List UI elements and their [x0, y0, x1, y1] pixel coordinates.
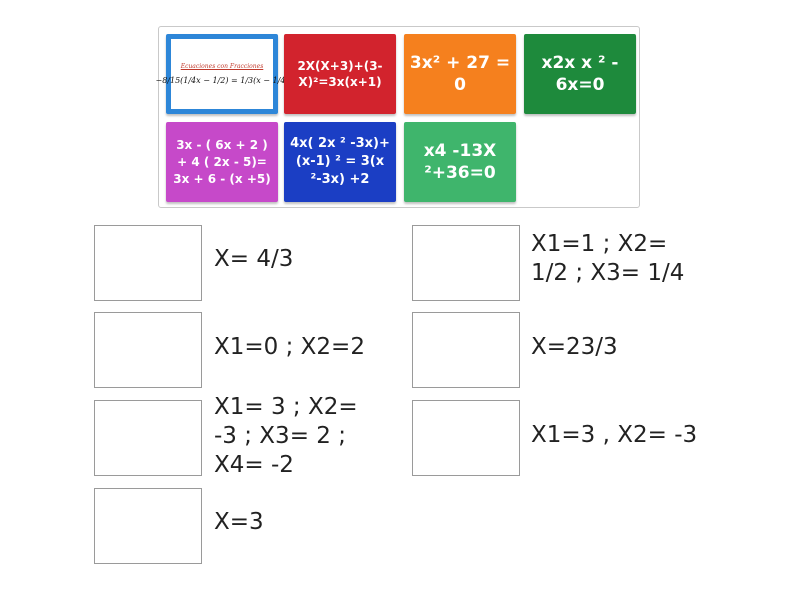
- equation-image: Ecuaciones con Fracciones −8/15(1/4x − 1…: [155, 39, 289, 109]
- answer-label-5: X1= 3 ; X2= -3 ; X3= 2 ; X4= -2: [214, 394, 358, 478]
- card-blue-text: 4x( 2x ² -3x)+(x-1) ² = 3(x ²-3x) +2: [290, 136, 390, 187]
- card-orange-text: 3x² + 27 = 0: [409, 53, 511, 95]
- card-light-green-text: x4 -13X ²+36=0: [423, 141, 497, 183]
- drop-slot-4[interactable]: [412, 312, 520, 388]
- card-green[interactable]: x2x x ² - 6x=0: [524, 34, 636, 114]
- answer-label-6: X1=3 , X2= -3: [531, 422, 698, 448]
- drop-slot-5[interactable]: [94, 400, 202, 476]
- answer-label-7: X=3: [214, 509, 264, 535]
- drop-slot-6[interactable]: [412, 400, 520, 476]
- equation-image-expression: −8/15(1/4x − 1/2) = 1/3(x − 1/4): [155, 76, 289, 85]
- answer-label-3: X1=0 ; X2=2: [214, 334, 365, 360]
- card-light-green[interactable]: x4 -13X ²+36=0: [404, 122, 516, 202]
- card-green-text: x2x x ² - 6x=0: [541, 53, 619, 95]
- card-purple[interactable]: 3x - ( 6x + 2 ) + 4 ( 2x - 5)= 3x + 6 - …: [166, 122, 278, 202]
- card-orange[interactable]: 3x² + 27 = 0: [404, 34, 516, 114]
- card-red[interactable]: 2X(X+3)+(3-X)²=3x(x+1): [284, 34, 396, 114]
- card-purple-text: 3x - ( 6x + 2 ) + 4 ( 2x - 5)= 3x + 6 - …: [173, 137, 271, 186]
- card-red-text: 2X(X+3)+(3-X)²=3x(x+1): [297, 59, 383, 89]
- card-equation-image[interactable]: Ecuaciones con Fracciones −8/15(1/4x − 1…: [155, 34, 289, 114]
- card-blue[interactable]: 4x( 2x ² -3x)+(x-1) ² = 3(x ²-3x) +2: [284, 122, 396, 202]
- equation-image-title: Ecuaciones con Fracciones: [180, 63, 264, 70]
- answer-label-4: X=23/3: [531, 334, 618, 360]
- drop-slot-7[interactable]: [94, 488, 202, 564]
- answer-label-2: X1=1 ; X2= 1/2 ; X3= 1/4: [531, 231, 685, 286]
- card-tray: Ecuaciones con Fracciones −8/15(1/4x − 1…: [155, 26, 640, 208]
- drop-slot-2[interactable]: [412, 225, 520, 301]
- drop-slot-1[interactable]: [94, 225, 202, 301]
- drop-slot-3[interactable]: [94, 312, 202, 388]
- answer-label-1: X= 4/3: [214, 246, 294, 272]
